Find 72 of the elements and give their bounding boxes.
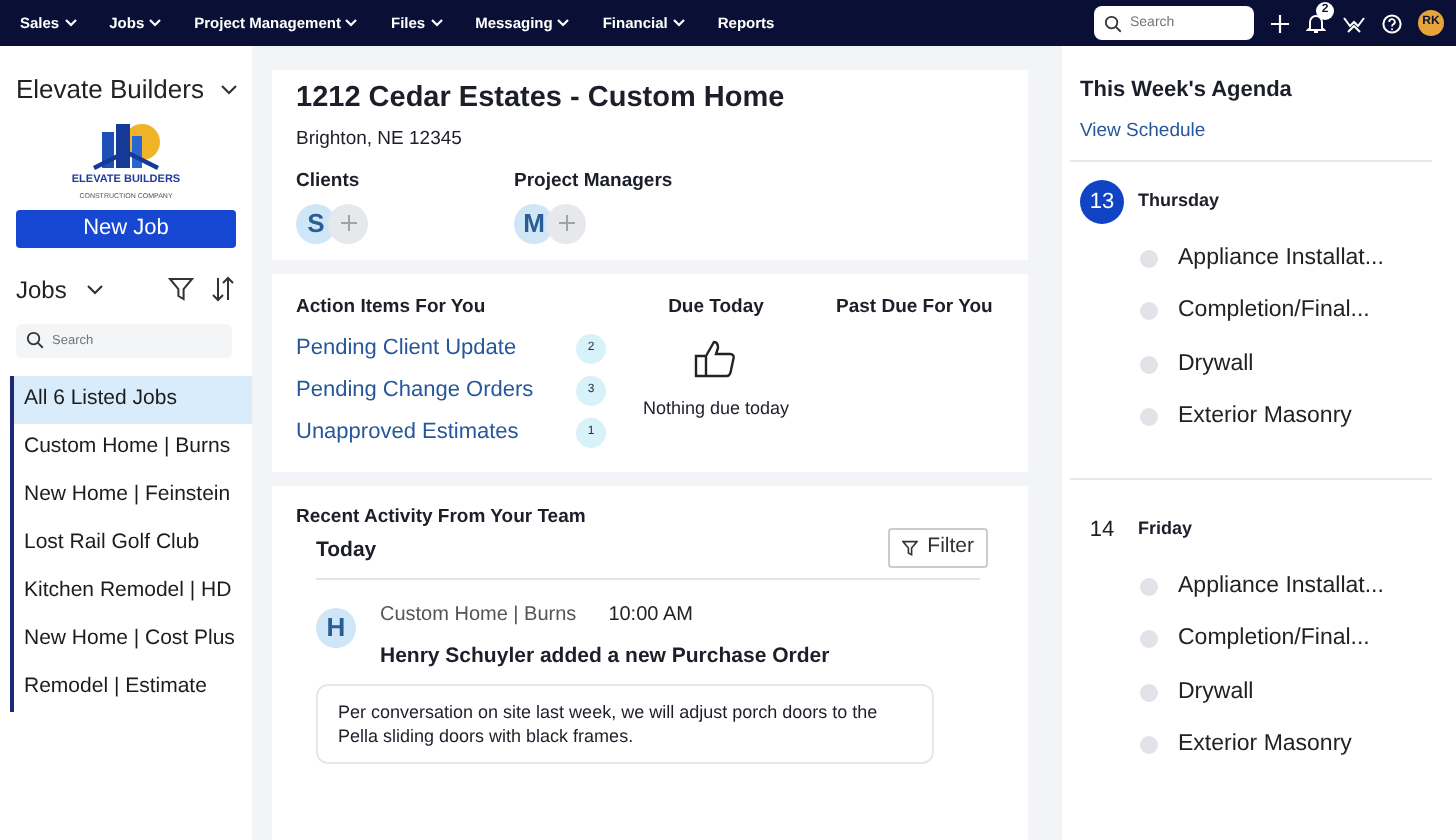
date-number[interactable]: 14 (1080, 508, 1124, 552)
action-item-link[interactable]: Pending Client Update (296, 332, 517, 366)
add-icon[interactable] (1270, 13, 1290, 33)
empty-message: Nothing due today (642, 396, 790, 423)
status-dot (1140, 250, 1158, 269)
day-heading: Today (316, 536, 377, 567)
chevron-down-icon (556, 18, 571, 28)
filter-icon (901, 540, 918, 557)
job-list-item[interactable]: Remodel | Estimate (14, 663, 252, 711)
agenda-item[interactable]: Completion/Final... (1178, 294, 1370, 329)
weekday-label: Thursday (1138, 188, 1220, 215)
job-list-item[interactable]: New Home | Cost Plus (14, 615, 252, 663)
chevron-down-icon (63, 18, 78, 28)
chevron-down-icon (671, 18, 686, 28)
job-list-item[interactable]: Kitchen Remodel | HD (14, 567, 252, 615)
agenda-item[interactable]: Completion/Final... (1178, 622, 1370, 657)
activity-time: 10:00 AM (608, 602, 693, 631)
job-name: Custom Home | Burns (380, 602, 577, 631)
job-list-item[interactable]: Custom Home | Burns (14, 423, 252, 471)
search-icon (1104, 14, 1122, 32)
job-list-item[interactable]: Lost Rail Golf Club (14, 519, 252, 567)
job-address: Brighton, NE 12345 (296, 126, 464, 155)
people-label: Clients (296, 167, 362, 196)
people-label: Project Managers (514, 167, 675, 196)
status-dot (1140, 735, 1158, 754)
job-list-item[interactable]: All 6 Listed Jobs (14, 375, 252, 423)
agenda-item[interactable]: Exterior Masonry (1178, 727, 1352, 762)
action-item-link[interactable]: Pending Change Orders (296, 374, 534, 408)
chevron-down-icon (86, 283, 105, 295)
add-person-icon[interactable] (546, 203, 586, 244)
chevron-down-icon (344, 18, 359, 28)
agenda-item[interactable]: Drywall (1178, 347, 1254, 382)
agenda-title: This Week's Agenda (1080, 76, 1294, 106)
filter-button[interactable]: Filter (887, 528, 988, 569)
filter-icon[interactable] (168, 276, 194, 302)
action-item-link[interactable]: Unapproved Estimates (296, 416, 519, 450)
date-number[interactable]: 13 (1080, 180, 1124, 224)
thumbs-up-icon (694, 338, 738, 379)
status-dot (1140, 407, 1158, 426)
status-dot (1140, 578, 1158, 597)
add-person-icon[interactable] (328, 203, 368, 244)
status-dot (1140, 683, 1158, 702)
avatar-initial: S (296, 203, 336, 244)
activity-headline: Henry Schuyler added a new Purchase Order (380, 642, 830, 673)
avatar-initial: H (326, 610, 346, 647)
status-dot (1140, 630, 1158, 649)
sort-icon[interactable] (210, 276, 236, 302)
bell-icon[interactable] (1306, 12, 1326, 34)
section-title: Action Items For You (296, 293, 488, 322)
status-dot (1140, 302, 1158, 321)
section-title: Past Due For You (836, 293, 993, 322)
section-title: Recent Activity From Your Team (296, 504, 588, 533)
agenda-item[interactable]: Appliance Installat... (1178, 242, 1384, 277)
activity-note: Per conversation on site last week, we will adjust porch doors to the Pella sliding doors with black frames. (316, 683, 934, 765)
avatar-initial: M (514, 203, 554, 244)
job-title: 1212 Cedar Estates - Custom Home (296, 82, 787, 117)
weekday-label: Friday (1138, 516, 1193, 543)
chevron-down-icon (219, 83, 238, 96)
agenda-item[interactable]: Drywall (1178, 675, 1254, 710)
company-selector[interactable]: Elevate Builders (16, 70, 238, 109)
jobs-dropdown[interactable]: Jobs (16, 271, 105, 307)
help-icon[interactable] (1382, 13, 1402, 33)
agenda-item[interactable]: Appliance Installat... (1178, 570, 1384, 605)
view-schedule-link[interactable]: View Schedule (1080, 117, 1206, 146)
job-list-item[interactable]: New Home | Feinstein (14, 471, 252, 519)
chevron-down-icon (429, 18, 444, 28)
search-icon (26, 331, 44, 349)
agenda-item[interactable]: Exterior Masonry (1178, 399, 1352, 434)
chevron-down-icon (148, 18, 163, 28)
new-job-button[interactable]: New Job (16, 209, 236, 247)
status-dot (1140, 355, 1158, 374)
section-title: Due Today (668, 293, 764, 322)
